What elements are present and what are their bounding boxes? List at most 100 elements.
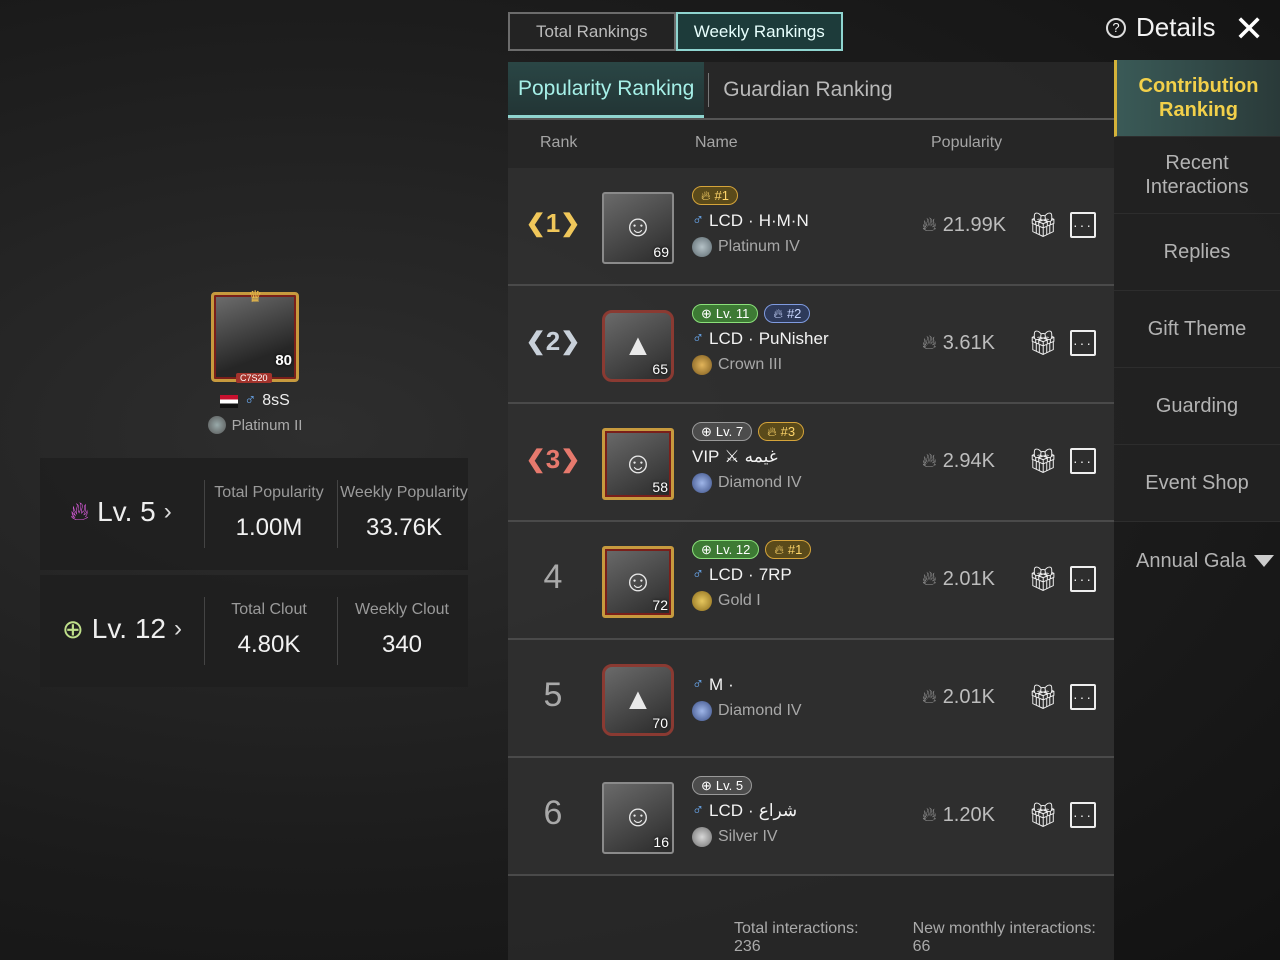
popularity-value: 2.94K: [942, 450, 995, 472]
compass-icon: ⊕: [62, 613, 84, 644]
male-icon: ♂: [692, 676, 704, 693]
table-row[interactable]: ❮ 2 ❯ ▲ 65 ⊕ Lv. 11 🔥︎ #2 ♂ LCD · PuNisher Crow…: [508, 286, 1114, 404]
compass-icon: ⊕: [701, 423, 712, 439]
flame-icon: 🔥︎: [922, 214, 937, 236]
player-tier: Gold I: [718, 592, 761, 609]
side-nav-recent-interactions[interactable]: Recent Interactions: [1114, 137, 1280, 214]
side-nav-guarding[interactable]: Guarding: [1114, 368, 1280, 445]
flag-icon: [220, 394, 239, 408]
avatar[interactable]: ☺ 72: [602, 546, 674, 618]
details-button[interactable]: ? Details: [1106, 12, 1215, 43]
avatar[interactable]: ☺ 58: [602, 428, 674, 500]
gift-button[interactable]: 🎁︎: [1028, 328, 1058, 358]
clout-level-button[interactable]: ⊕ Lv. 12 ›: [62, 613, 182, 645]
side-nav-gift-theme[interactable]: Gift Theme: [1114, 291, 1280, 368]
clout-level: Lv. 12: [91, 613, 166, 644]
avatar[interactable]: ☺ 69: [602, 192, 674, 264]
rank-number: 4: [543, 557, 563, 596]
close-icon[interactable]: ✕: [1234, 8, 1264, 50]
player-name: 8sS: [262, 392, 290, 409]
flame-icon: 🔥︎: [922, 568, 937, 590]
tier-icon: [692, 355, 712, 375]
clan-tag: LCD: [709, 329, 744, 348]
clout-stats: ⊕ Lv. 12 › Total Clout 4.80K Weekly Clou…: [40, 575, 468, 687]
message-button[interactable]: ···: [1070, 566, 1096, 592]
compass-icon: ⊕: [701, 305, 712, 321]
rank-badge-gold: ❮ 1 ❯: [525, 207, 581, 238]
popularity-value: 2.01K: [942, 686, 995, 708]
player-profile: ♛ 80 C7S20 ♂ 8sS Platinum II: [190, 289, 320, 434]
interaction-summary: Total interactions: 236 New monthly inte…: [734, 920, 1114, 956]
player-avatar[interactable]: ♛ 80 C7S20: [211, 289, 299, 383]
tab-popularity-ranking[interactable]: Popularity Ranking: [508, 62, 705, 118]
message-button[interactable]: ···: [1070, 330, 1096, 356]
weekly-popularity-label: Weekly Popularity: [340, 484, 468, 501]
side-nav-replies[interactable]: Replies: [1114, 214, 1280, 291]
flame-icon: 🔥︎: [922, 804, 937, 826]
rank-pill: 🔥︎ #3: [758, 422, 805, 441]
popularity-stats: 🔥︎ Lv. 5 › Total Popularity 1.00M Weekly…: [40, 458, 468, 570]
message-button[interactable]: ···: [1070, 802, 1096, 828]
gift-button[interactable]: 🎁︎: [1028, 682, 1058, 712]
avatar-level: 80: [275, 352, 292, 369]
table-row[interactable]: ❮ 1 ❯ ☺ 69 🔥︎ #1 ♂ LCD · H·M·N Platinum IV 🔥︎ 2…: [508, 168, 1114, 286]
avatar[interactable]: ☺ 16: [602, 782, 674, 854]
ranking-period-tabs: Total Rankings Weekly Rankings: [508, 12, 843, 51]
rank-number: 5: [543, 675, 563, 714]
weekly-clout-value: 340: [381, 631, 423, 658]
side-nav-event-shop[interactable]: Event Shop: [1114, 445, 1280, 522]
monthly-interactions: New monthly interactions: 66: [912, 920, 1096, 955]
tab-guardian-ranking[interactable]: Guardian Ranking: [713, 62, 902, 118]
side-nav-contribution-ranking[interactable]: Contribution Ranking: [1114, 60, 1280, 137]
player-name: PuNisher: [758, 329, 829, 348]
chevron-right-icon: ›: [163, 498, 172, 525]
total-popularity-label: Total Popularity: [214, 484, 324, 501]
gift-button[interactable]: 🎁︎: [1028, 210, 1058, 240]
table-row[interactable]: 6 ☺ 16 ⊕ Lv. 5 ♂ LCD · شراع Silver IV 🔥︎ 1.20…: [508, 758, 1114, 876]
tab-divider: [708, 73, 710, 107]
gift-button[interactable]: 🎁︎: [1028, 446, 1058, 476]
table-row[interactable]: ❮ 3 ❯ ☺ 58 ⊕ Lv. 7 🔥︎ #3 VIP ⚔︎ غيمه Diamond I…: [508, 404, 1114, 522]
side-nav-annual-gala-label: Annual Gala: [1136, 549, 1247, 572]
avatar[interactable]: ▲ 65: [602, 310, 674, 382]
clan-tag: LCD: [709, 801, 744, 820]
side-nav-annual-gala[interactable]: Annual Gala: [1114, 522, 1280, 599]
wings-icon: ❮: [525, 445, 546, 473]
level-pill: ⊕ Lv. 7: [692, 422, 753, 441]
caret-down-icon: [1254, 554, 1274, 567]
message-button[interactable]: ···: [1070, 212, 1096, 238]
avatar[interactable]: ▲ 70: [602, 664, 674, 736]
column-name: Name: [695, 134, 738, 151]
player-tier: Diamond IV: [718, 474, 802, 491]
default-avatar-icon: ▲: [623, 329, 653, 362]
message-button[interactable]: ···: [1070, 684, 1096, 710]
tab-total-rankings[interactable]: Total Rankings: [508, 12, 676, 51]
flame-icon: 🔥︎: [922, 450, 937, 472]
table-row[interactable]: 5 ▲ 70 ♂ M · Diamond IV 🔥︎ 2.01K 🎁︎ ···: [508, 640, 1114, 758]
table-row[interactable]: 4 ☺ 72 ⊕ Lv. 12 🔥︎ #1 ♂ LCD · 7RP Gold I 🔥︎ 2.…: [508, 522, 1114, 640]
popularity-level-button[interactable]: 🔥︎ Lv. 5 ›: [70, 496, 172, 528]
rank-pill: 🔥︎ #1: [692, 186, 739, 205]
message-button[interactable]: ···: [1070, 448, 1096, 474]
gift-button[interactable]: 🎁︎: [1028, 564, 1058, 594]
clan-tag: LCD: [709, 211, 744, 230]
gift-button[interactable]: 🎁︎: [1028, 800, 1058, 830]
male-icon: ♂: [692, 802, 704, 819]
level-pill: ⊕ Lv. 12: [692, 540, 760, 559]
popularity-level: Lv. 5: [97, 496, 156, 527]
tab-weekly-rankings[interactable]: Weekly Rankings: [675, 12, 843, 51]
male-icon: ♂: [692, 330, 704, 347]
rank-badge-bronze: ❮ 3 ❯: [525, 443, 581, 474]
weekly-clout-label: Weekly Clout: [355, 601, 449, 618]
details-label: Details: [1136, 12, 1216, 42]
avatar-level: 70: [652, 715, 668, 731]
total-clout-label: Total Clout: [231, 601, 307, 618]
flame-icon: 🔥︎: [773, 305, 783, 321]
flame-icon: 🔥︎: [767, 423, 777, 439]
column-rank: Rank: [540, 134, 578, 151]
player-tier: Crown III: [718, 356, 783, 373]
help-circle-icon: ?: [1106, 17, 1126, 38]
tier-icon: [692, 473, 712, 493]
rank-badge-silver: ❮ 2 ❯: [525, 325, 581, 356]
crown-icon: ♛: [248, 289, 263, 306]
